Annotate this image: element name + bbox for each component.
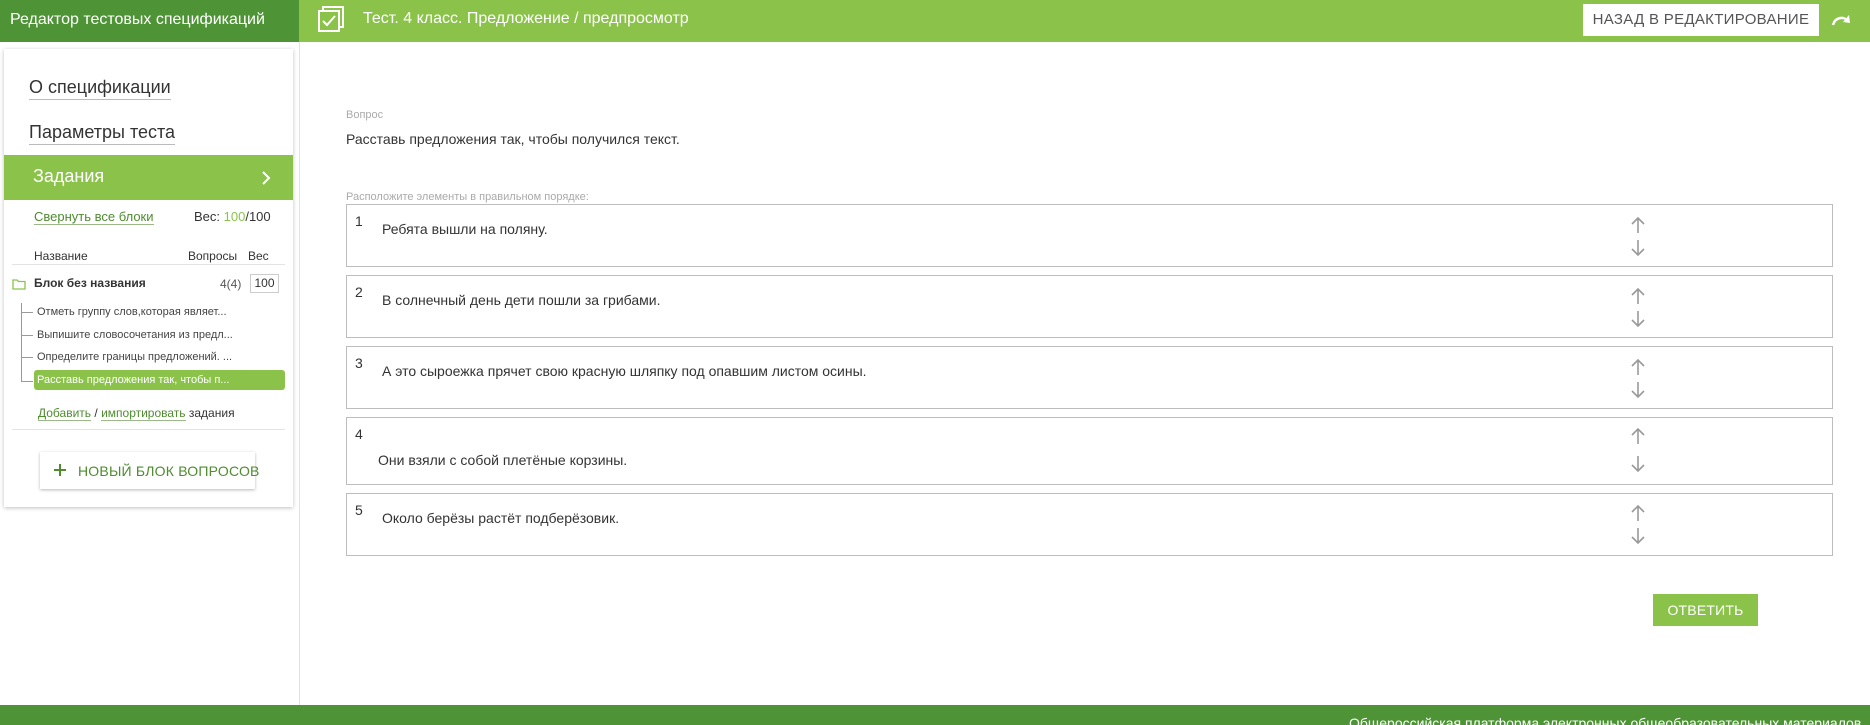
order-item-number: 1 [355, 213, 363, 229]
task-item-2[interactable]: Выпишите словосочетания из предл... [34, 325, 285, 345]
arrow-down-icon[interactable] [1630, 239, 1646, 257]
back-to-edit-button[interactable]: НАЗАД В РЕДАКТИРОВАНИЕ [1583, 4, 1819, 36]
arrow-down-icon[interactable] [1630, 455, 1646, 473]
task-item-1[interactable]: Отметь группу слов,которая являет... [34, 302, 285, 322]
arrow-down-icon[interactable] [1630, 381, 1646, 399]
order-item-text: В солнечный день дети пошли за грибами. [382, 292, 661, 308]
header-divider [12, 264, 285, 265]
tree-line [21, 303, 22, 382]
order-item-text: Около берёзы растёт подберёзовик. [382, 510, 620, 526]
block-weight-input[interactable]: 100 [250, 274, 279, 293]
arrow-up-icon[interactable] [1630, 358, 1646, 376]
weight-current: 100 [223, 209, 246, 224]
arrow-down-icon[interactable] [1630, 527, 1646, 545]
add-divider [12, 429, 285, 430]
block-name[interactable]: Блок без названия [34, 276, 146, 290]
order-item-5[interactable]: 5 Около берёзы растёт подберёзовик. [346, 493, 1833, 556]
order-item-text: А это сыроежка прячет свою красную шляпк… [382, 363, 867, 379]
tree-tick [21, 312, 33, 313]
document-check-icon [318, 6, 344, 32]
import-task-link[interactable]: импортировать [101, 406, 186, 421]
weight-total: /100 [245, 209, 271, 224]
add-tasks-line: Добавить / импортировать задания [38, 406, 235, 421]
add-task-link[interactable]: Добавить [38, 406, 92, 421]
sidebar-divider [299, 42, 300, 705]
answer-button[interactable]: ОТВЕТИТЬ [1653, 594, 1758, 626]
column-header-questions: Вопросы [188, 249, 238, 263]
question-text: Расставь предложения так, чтобы получилс… [346, 131, 680, 147]
folder-icon [12, 279, 26, 290]
question-caption: Вопрос [346, 109, 384, 121]
arrow-up-icon[interactable] [1630, 504, 1646, 522]
top-bar: Редактор тестовых спецификаций Тест. 4 к… [0, 0, 1870, 42]
column-header-name: Название [34, 249, 88, 263]
new-question-block-label: НОВЫЙ БЛОК ВОПРОСОВ [78, 463, 260, 479]
nav-tasks[interactable]: Задания [4, 155, 293, 200]
redo-icon[interactable] [1830, 10, 1852, 32]
footer: Общероссийская платформа электронных общ… [0, 705, 1870, 725]
column-header-weight: Вес [248, 249, 269, 263]
task-item-3[interactable]: Определите границы предложений. ... [34, 347, 285, 367]
order-item-1[interactable]: 1 Ребята вышли на поляну. [346, 204, 1833, 267]
order-item-text: Они взяли с собой плетёные корзины. [378, 452, 628, 468]
order-item-number: 3 [355, 355, 363, 371]
nav-test-params[interactable]: Параметры теста [29, 122, 176, 145]
plus-icon [54, 464, 66, 476]
chevron-right-icon [262, 171, 271, 185]
block-question-count: 4(4) [220, 277, 242, 291]
order-item-4[interactable]: 4 Они взяли с собой плетёные корзины. [346, 417, 1833, 485]
nav-about-spec[interactable]: О спецификации [29, 77, 171, 100]
task-item-4-active[interactable]: Расставь предложения так, чтобы п... [34, 370, 285, 390]
footer-text: Общероссийская платформа электронных общ… [1349, 715, 1862, 725]
page-title: Тест. 4 класс. Предложение / предпросмот… [363, 10, 689, 27]
tree-tick [21, 357, 33, 358]
tree-tick [21, 381, 33, 382]
nav-tasks-label: Задания [33, 166, 105, 186]
arrow-down-icon[interactable] [1630, 310, 1646, 328]
total-weight: Вес: 100/100 [194, 209, 271, 224]
new-question-block-button[interactable]: НОВЫЙ БЛОК ВОПРОСОВ [40, 452, 259, 489]
order-item-number: 2 [355, 284, 363, 300]
order-item-3[interactable]: 3 А это сыроежка прячет свою красную шля… [346, 346, 1833, 409]
tree-tick [21, 335, 33, 336]
arrow-up-icon[interactable] [1630, 427, 1646, 445]
collapse-all-blocks-link[interactable]: Свернуть все блоки [34, 209, 154, 225]
app-brand[interactable]: Редактор тестовых спецификаций [0, 0, 299, 42]
order-item-2[interactable]: 2 В солнечный день дети пошли за грибами… [346, 275, 1833, 338]
arrow-up-icon[interactable] [1630, 287, 1646, 305]
order-caption: Расположите элементы в правильном порядк… [346, 191, 589, 203]
order-item-text: Ребята вышли на поляну. [382, 221, 548, 237]
arrow-up-icon[interactable] [1630, 216, 1646, 234]
order-item-number: 5 [355, 502, 363, 518]
order-item-number: 4 [355, 426, 363, 442]
